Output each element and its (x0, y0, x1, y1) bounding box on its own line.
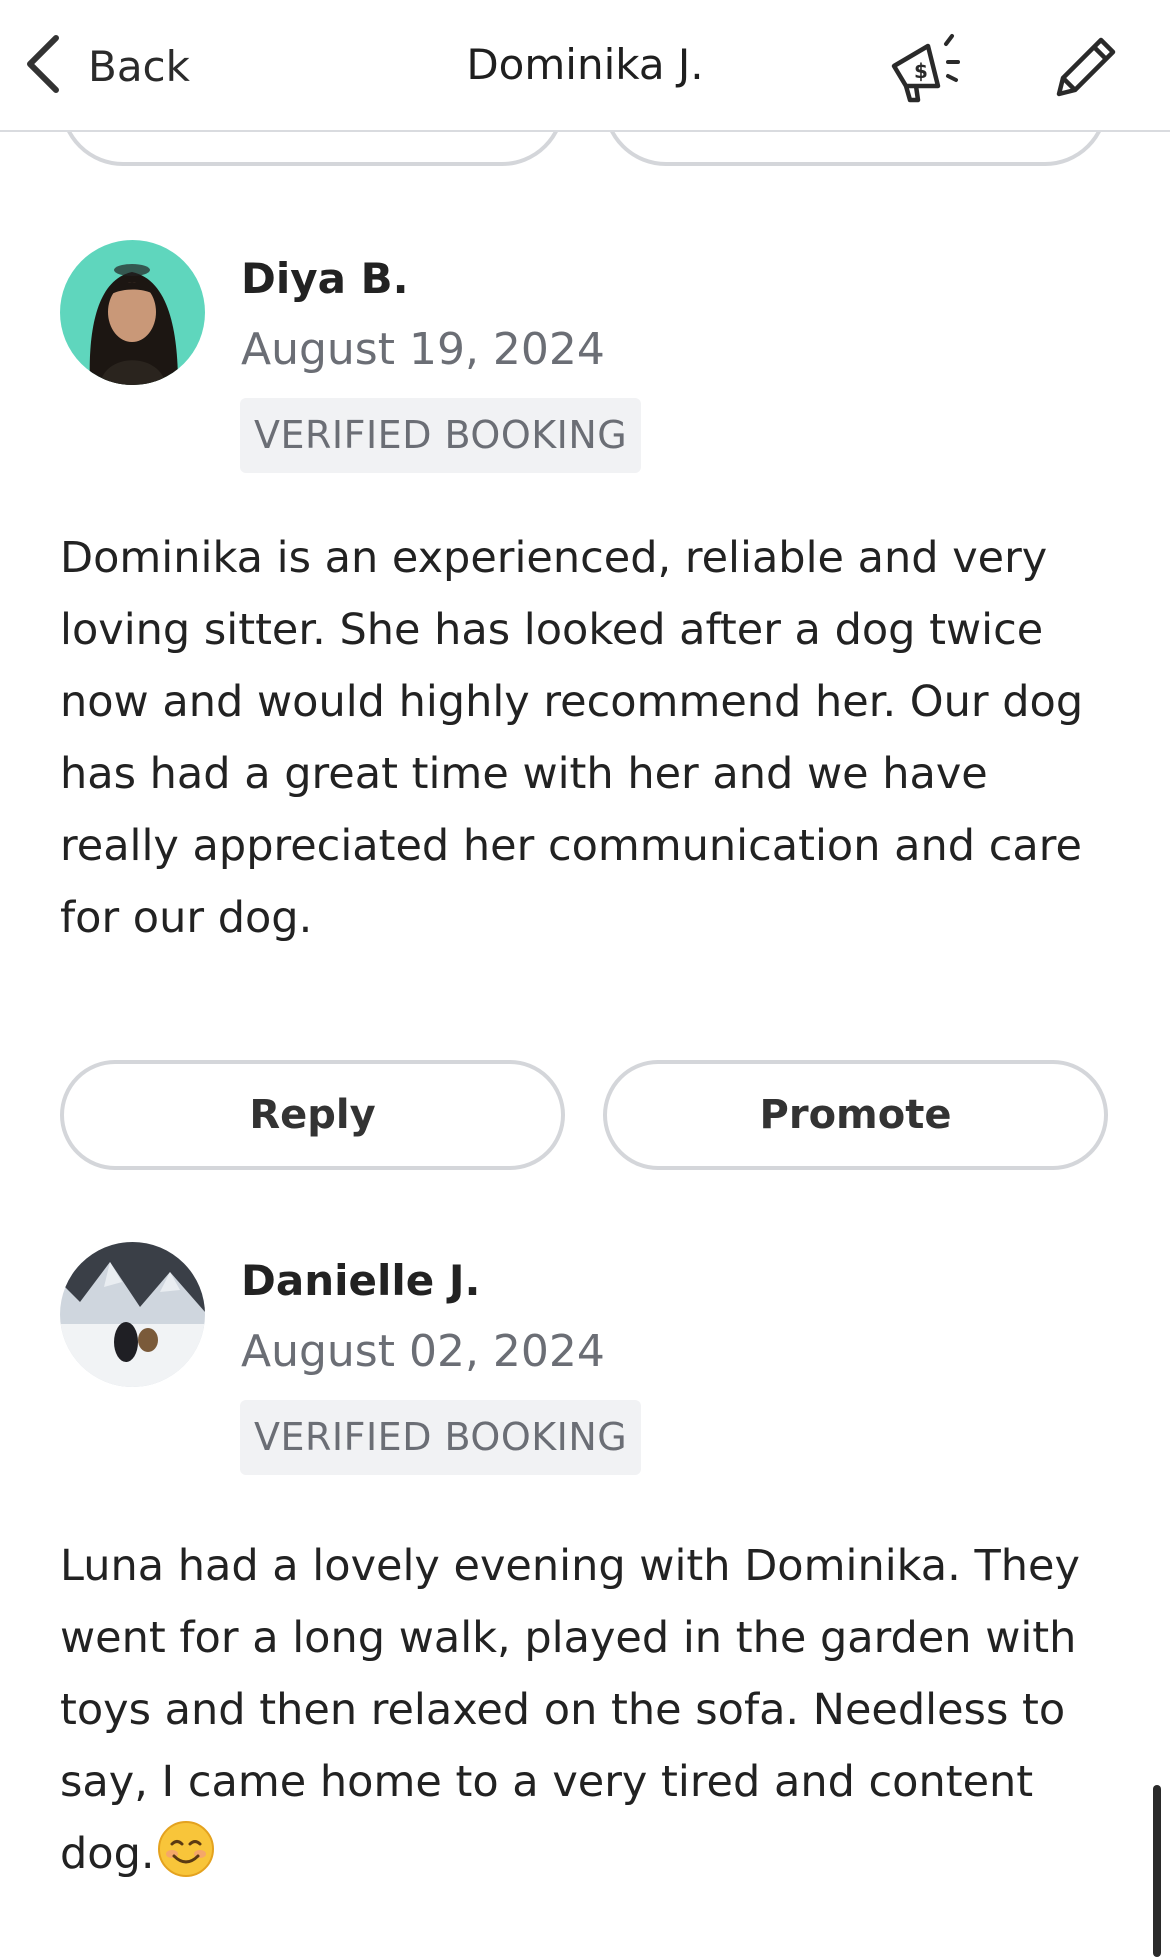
avatar (60, 240, 205, 385)
reply-button[interactable]: Reply (60, 1060, 565, 1170)
avatar (60, 1242, 205, 1387)
megaphone-dollar-icon[interactable]: $ (884, 28, 964, 108)
review-text: Dominika is an experienced, reliable and… (60, 533, 1084, 943)
review-date: August 19, 2024 (241, 324, 605, 375)
verified-booking-badge: VERIFIED BOOKING (240, 398, 642, 473)
verified-booking-badge: VERIFIED BOOKING (240, 1400, 642, 1475)
pencil-icon[interactable] (1045, 28, 1125, 108)
navigation-bar: Back Dominika J. $ (0, 0, 1170, 132)
reviewer-name: Danielle J. (241, 1256, 481, 1305)
reviewer-name: Diya B. (241, 254, 409, 303)
review-date: August 02, 2024 (241, 1326, 605, 1377)
review-text: Luna had a lovely evening with Dominika.… (60, 1530, 1120, 1890)
svg-text:$: $ (914, 59, 928, 83)
page-title: Dominika J. (466, 40, 704, 89)
promote-button[interactable]: Promote (603, 1060, 1108, 1170)
scrollbar[interactable] (1153, 1785, 1161, 1957)
smiling-face-emoji (157, 1820, 215, 1878)
